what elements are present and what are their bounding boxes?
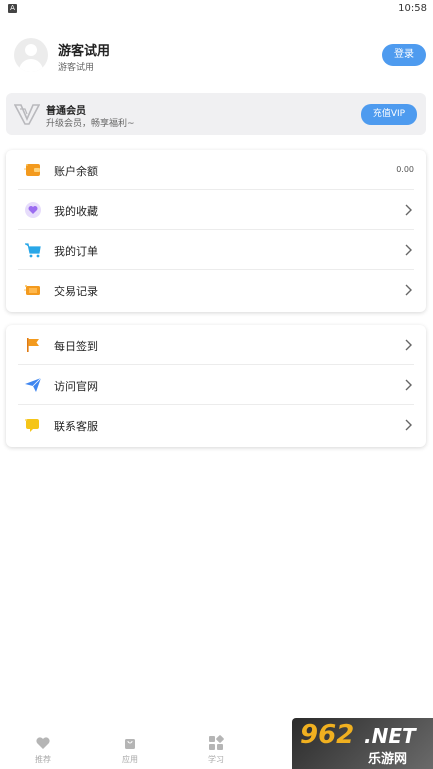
chevron-right-icon [405,379,412,391]
watermark-number: 962 [300,720,355,750]
chevron-right-icon [405,339,412,351]
heart-icon [36,737,50,749]
menu-item-favorites[interactable]: 我的收藏 [18,190,414,230]
menu-item-label: 每日签到 [54,340,98,353]
tab-label: 学习 [208,755,224,764]
menu-item-label: 我的订单 [54,245,98,258]
menu-item-checkin[interactable]: 每日签到 [18,325,414,365]
tab-recommend[interactable]: 推荐 [13,735,73,767]
avatar[interactable] [14,38,48,72]
tab-learn[interactable]: 学习 [186,735,246,767]
vip-subtitle: 升级会员，畅享福利~ [46,119,135,129]
account-menu-card: 账户余额 0.00 我的收藏 我的订单 交易记录 [6,150,426,312]
menu-item-label: 账户余额 [54,165,98,178]
chevron-right-icon [405,419,412,431]
menu-item-label: 我的收藏 [54,205,98,218]
cart-icon [25,243,41,258]
menu-item-balance[interactable]: 账户余额 0.00 [18,150,414,190]
balance-value: 0.00 [396,165,414,174]
menu-item-orders[interactable]: 我的订单 [18,230,414,270]
bag-icon [125,739,135,749]
chevron-right-icon [405,284,412,296]
login-button[interactable]: 登录 [382,44,426,66]
profile-name: 游客试用 [58,44,111,59]
site-watermark-logo: 962 .NET 乐游网 [292,718,433,769]
menu-item-support[interactable]: 联系客服 [18,405,414,445]
menu-item-website[interactable]: 访问官网 [18,365,414,405]
tab-label: 推荐 [35,755,51,764]
tab-apps[interactable]: 应用 [100,735,160,767]
paper-plane-icon [25,377,42,392]
menu-item-label: 交易记录 [54,285,98,298]
ticket-icon [24,285,40,295]
flag-icon [27,338,39,352]
grid-icon [209,735,224,750]
vip-logo-icon [14,104,40,125]
watermark-cn: 乐游网 [368,752,408,767]
heart-icon [25,202,41,218]
status-time: 10:58 [398,3,427,14]
service-menu-card: 每日签到 访问官网 联系客服 [6,325,426,447]
vip-card: 普通会员 升级会员，畅享福利~ 充值VIP [6,93,426,135]
recharge-vip-button[interactable]: 充值VIP [361,104,417,125]
status-bar: A 10:58 [0,0,433,18]
menu-item-label: 联系客服 [54,420,98,433]
chevron-right-icon [405,204,412,216]
chevron-right-icon [405,244,412,256]
vip-title: 普通会员 [46,106,86,117]
app-badge-icon: A [8,4,17,13]
profile-header: 游客试用 游客试用 登录 [0,30,433,90]
tab-label: 应用 [122,755,138,764]
watermark-net: .NET [364,724,416,748]
chat-icon [25,419,39,432]
wallet-icon [24,164,40,176]
profile-subtitle: 游客试用 [58,63,95,73]
menu-item-transactions[interactable]: 交易记录 [18,270,414,310]
menu-item-label: 访问官网 [54,380,98,393]
